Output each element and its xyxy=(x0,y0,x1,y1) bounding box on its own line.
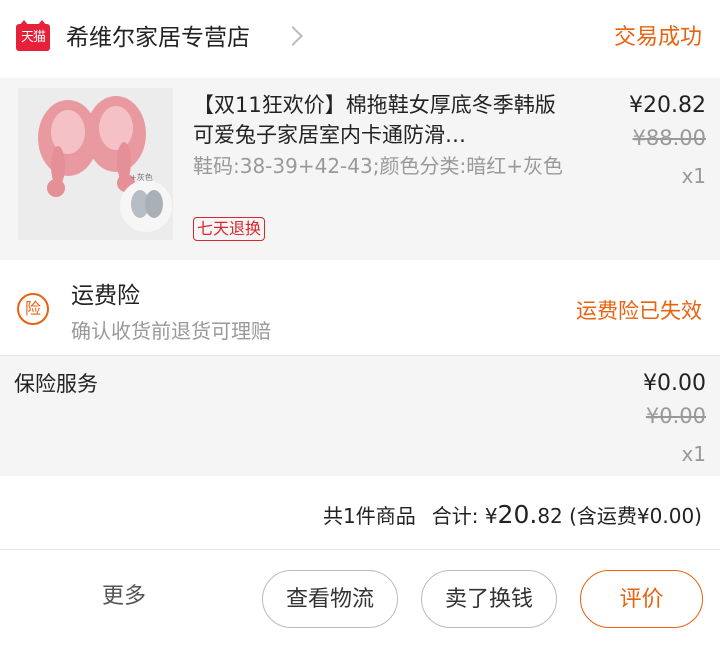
insurance-title: 运费险 xyxy=(71,283,140,309)
more-button[interactable]: 更多 xyxy=(102,582,146,612)
total-currency: ¥ xyxy=(484,504,498,528)
service-name: 保险服务 xyxy=(14,372,98,396)
total-decimal: 82 xyxy=(537,504,563,528)
item-count: 共1件商品 xyxy=(322,504,416,528)
shipping-note: (含运费¥0.00) xyxy=(569,504,702,528)
slipper-image: +灰色 xyxy=(18,88,173,240)
view-logistics-button[interactable]: 查看物流 xyxy=(262,570,398,628)
total-integer: 20. xyxy=(497,500,538,529)
service-original-price: ¥0.00 xyxy=(645,404,706,428)
summary-text: 共1件商品 合计: ¥20.82 (含运费¥0.00) xyxy=(323,500,702,531)
seven-day-return-badge: 七天退换 xyxy=(193,217,266,241)
product-original-price: ¥88.00 xyxy=(632,126,706,150)
chevron-right-icon[interactable] xyxy=(283,26,303,46)
insurance-status: 运费险已失效 xyxy=(576,299,702,323)
shop-header[interactable]: 天猫 希维尔家居专营店 交易成功 xyxy=(0,0,720,78)
order-status: 交易成功 xyxy=(613,25,702,50)
product-price: ¥20.82 xyxy=(629,93,706,118)
action-bar: 更多 查看物流 卖了换钱 评价 xyxy=(0,550,720,645)
image-caption: +灰色 xyxy=(130,172,153,182)
review-button[interactable]: 评价 xyxy=(580,570,703,628)
sell-for-cash-button[interactable]: 卖了换钱 xyxy=(421,570,557,628)
insurance-description: 确认收货前退货可理赔 xyxy=(71,319,271,343)
shop-name[interactable]: 希维尔家居专营店 xyxy=(66,22,250,54)
product-quantity: x1 xyxy=(681,164,706,188)
product-sku: 鞋码:38-39+42-43;颜色分类:暗红+灰色 xyxy=(193,154,563,178)
tmall-logo-icon: 天猫 xyxy=(16,20,50,51)
insurance-service-item[interactable]: 保险服务 ¥0.00 ¥0.00 x1 xyxy=(0,356,720,476)
shipping-insurance-row[interactable]: 险 运费险 确认收货前退货可理赔 运费险已失效 xyxy=(0,260,720,356)
product-thumbnail[interactable]: +灰色 xyxy=(18,88,173,240)
insurance-icon: 险 xyxy=(17,293,49,325)
order-item[interactable]: +灰色 【双11狂欢价】棉拖鞋女厚底冬季韩版可爱兔子家居室内卡通防滑… 鞋码:3… xyxy=(0,78,720,260)
service-price: ¥0.00 xyxy=(643,371,706,396)
total-label: 合计: xyxy=(431,504,479,528)
order-summary: 共1件商品 合计: ¥20.82 (含运费¥0.00) xyxy=(0,476,720,550)
product-title[interactable]: 【双11狂欢价】棉拖鞋女厚底冬季韩版可爱兔子家居室内卡通防滑… xyxy=(193,90,573,150)
service-quantity: x1 xyxy=(681,442,706,466)
